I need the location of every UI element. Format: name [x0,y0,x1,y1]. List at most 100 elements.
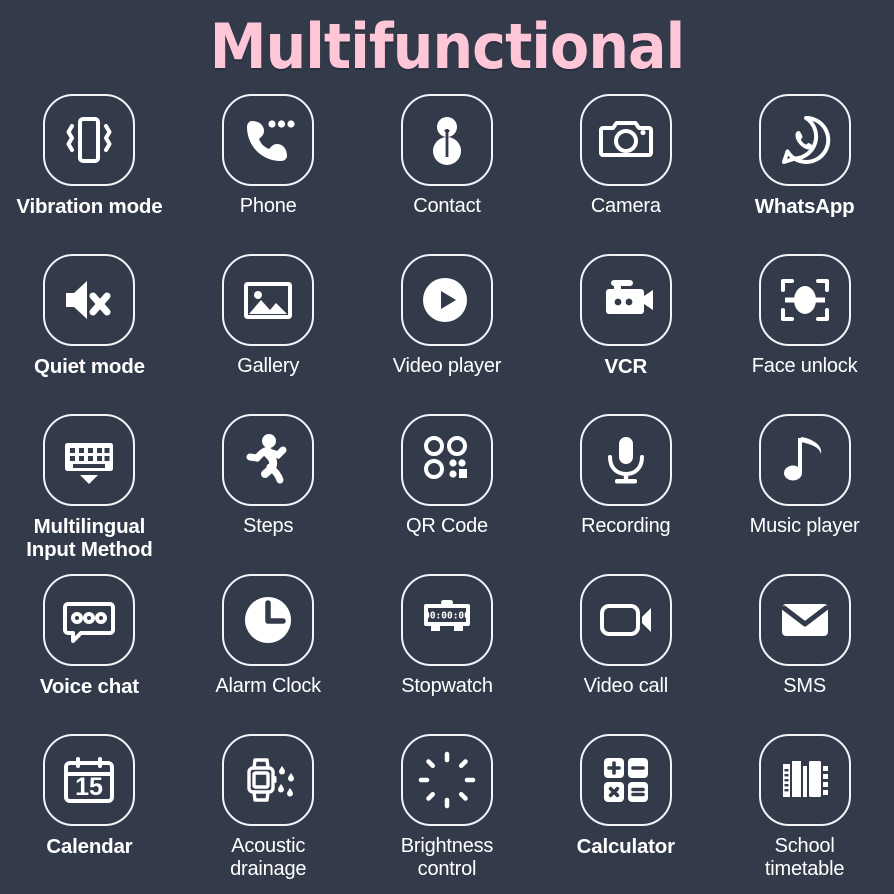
icon-tile [400,414,493,506]
feature-item-face-unlock[interactable]: Face unlock [715,254,894,414]
feature-label: Camera [590,195,661,217]
speech-bubble-dots-icon [59,590,119,650]
icon-tile [222,734,315,826]
feature-item-qr-code[interactable]: QR Code [358,414,537,574]
feature-item-vcr[interactable]: VCR [536,254,715,414]
calendar-icon: 15 [59,750,119,810]
calendar-day: 15 [75,773,103,801]
icon-tile [758,254,851,346]
speaker-mute-icon [59,270,119,330]
feature-item-video-call[interactable]: Video call [536,574,715,734]
stopwatch-display: 00:00:00 [424,611,470,622]
feature-item-brightness-control[interactable]: Brightness control [358,734,537,894]
feature-item-alarm-clock[interactable]: Alarm Clock [179,574,358,734]
watch-water-drop-icon [238,750,298,810]
feature-item-quiet-mode[interactable]: Quiet mode [0,254,179,414]
play-circle-icon [417,270,477,330]
phone-vibrate-icon [59,110,119,170]
feature-label: Brightness control [400,835,494,880]
icon-tile [758,734,851,826]
feature-item-camera[interactable]: Camera [536,94,715,254]
feature-label: School timetable [764,835,845,880]
feature-label: Quiet mode [34,355,145,378]
icon-tile [758,414,851,506]
image-gallery-icon [238,270,298,330]
camera-icon [596,110,656,170]
icon-tile [579,254,672,346]
feature-item-sms[interactable]: SMS [715,574,894,734]
feature-label: Music player [749,515,860,537]
feature-item-acoustic-drainage[interactable]: Acoustic drainage [179,734,358,894]
video-camera-retro-icon [596,270,656,330]
feature-label: Phone [239,195,297,217]
feature-label: Multilingual Input Method [26,515,153,561]
feature-item-whatsapp[interactable]: WhatsApp [715,94,894,254]
microphone-icon [596,430,656,490]
feature-item-voice-chat[interactable]: Voice chat [0,574,179,734]
qr-code-icon [417,430,477,490]
icon-tile [758,574,851,666]
feature-label: Steps [243,515,294,537]
feature-item-vibration-mode[interactable]: Vibration mode [0,94,179,254]
icon-tile [43,574,136,666]
feature-item-calendar[interactable]: 15 Calendar [0,734,179,894]
feature-item-video-player[interactable]: Video player [358,254,537,414]
feature-item-steps[interactable]: Steps [179,414,358,574]
feature-label: Gallery [237,355,300,377]
envelope-icon [775,590,835,650]
icon-tile [758,94,851,186]
feature-item-music-player[interactable]: Music player [715,414,894,574]
icon-tile [579,574,672,666]
icon-tile [222,254,315,346]
feature-label: Calculator [576,835,675,858]
stopwatch-icon: 00:00:00 [417,590,477,650]
icon-tile [400,734,493,826]
feature-label: Voice chat [39,675,139,698]
keyboard-icon [59,430,119,490]
feature-label: Alarm Clock [215,675,321,697]
icon-tile [400,94,493,186]
poster-root: Multifunctional Vibration mode Phone Con… [0,0,894,894]
feature-item-calculator[interactable]: Calculator [536,734,715,894]
icon-tile: 15 [43,734,136,826]
video-call-icon [596,590,656,650]
feature-label: Stopwatch [401,675,493,697]
icon-tile [579,414,672,506]
books-icon [775,750,835,810]
icon-tile [222,94,315,186]
music-note-icon [775,430,835,490]
feature-label: Contact [413,195,481,217]
feature-grid: Vibration mode Phone Contact Camera What… [0,94,894,894]
feature-label: SMS [783,675,826,697]
feature-label: Face unlock [751,355,858,377]
icon-tile [43,94,136,186]
icon-tile [579,734,672,826]
feature-item-gallery[interactable]: Gallery [179,254,358,414]
feature-item-recording[interactable]: Recording [536,414,715,574]
page-title: Multifunctional [209,10,685,83]
icon-tile [222,574,315,666]
feature-label: VCR [604,355,648,378]
feature-item-multilingual-input-method[interactable]: Multilingual Input Method [0,414,179,574]
clock-icon [238,590,298,650]
running-person-icon [238,430,298,490]
whatsapp-icon [775,110,835,170]
contact-person-icon [417,110,477,170]
feature-label: QR Code [406,515,488,537]
feature-label: Video call [583,675,669,697]
feature-item-stopwatch[interactable]: 00:00:00 Stopwatch [358,574,537,734]
brightness-sun-icon [417,750,477,810]
icon-tile [43,254,136,346]
feature-label: WhatsApp [754,195,855,218]
calculator-icon [596,750,656,810]
feature-label: Acoustic drainage [230,835,307,880]
feature-item-phone[interactable]: Phone [179,94,358,254]
phone-handset-icon [238,110,298,170]
icon-tile [43,414,136,506]
feature-item-school-timetable[interactable]: School timetable [715,734,894,894]
icon-tile [222,414,315,506]
feature-item-contact[interactable]: Contact [358,94,537,254]
face-scan-icon [775,270,835,330]
icon-tile [579,94,672,186]
feature-label: Calendar [46,835,133,858]
